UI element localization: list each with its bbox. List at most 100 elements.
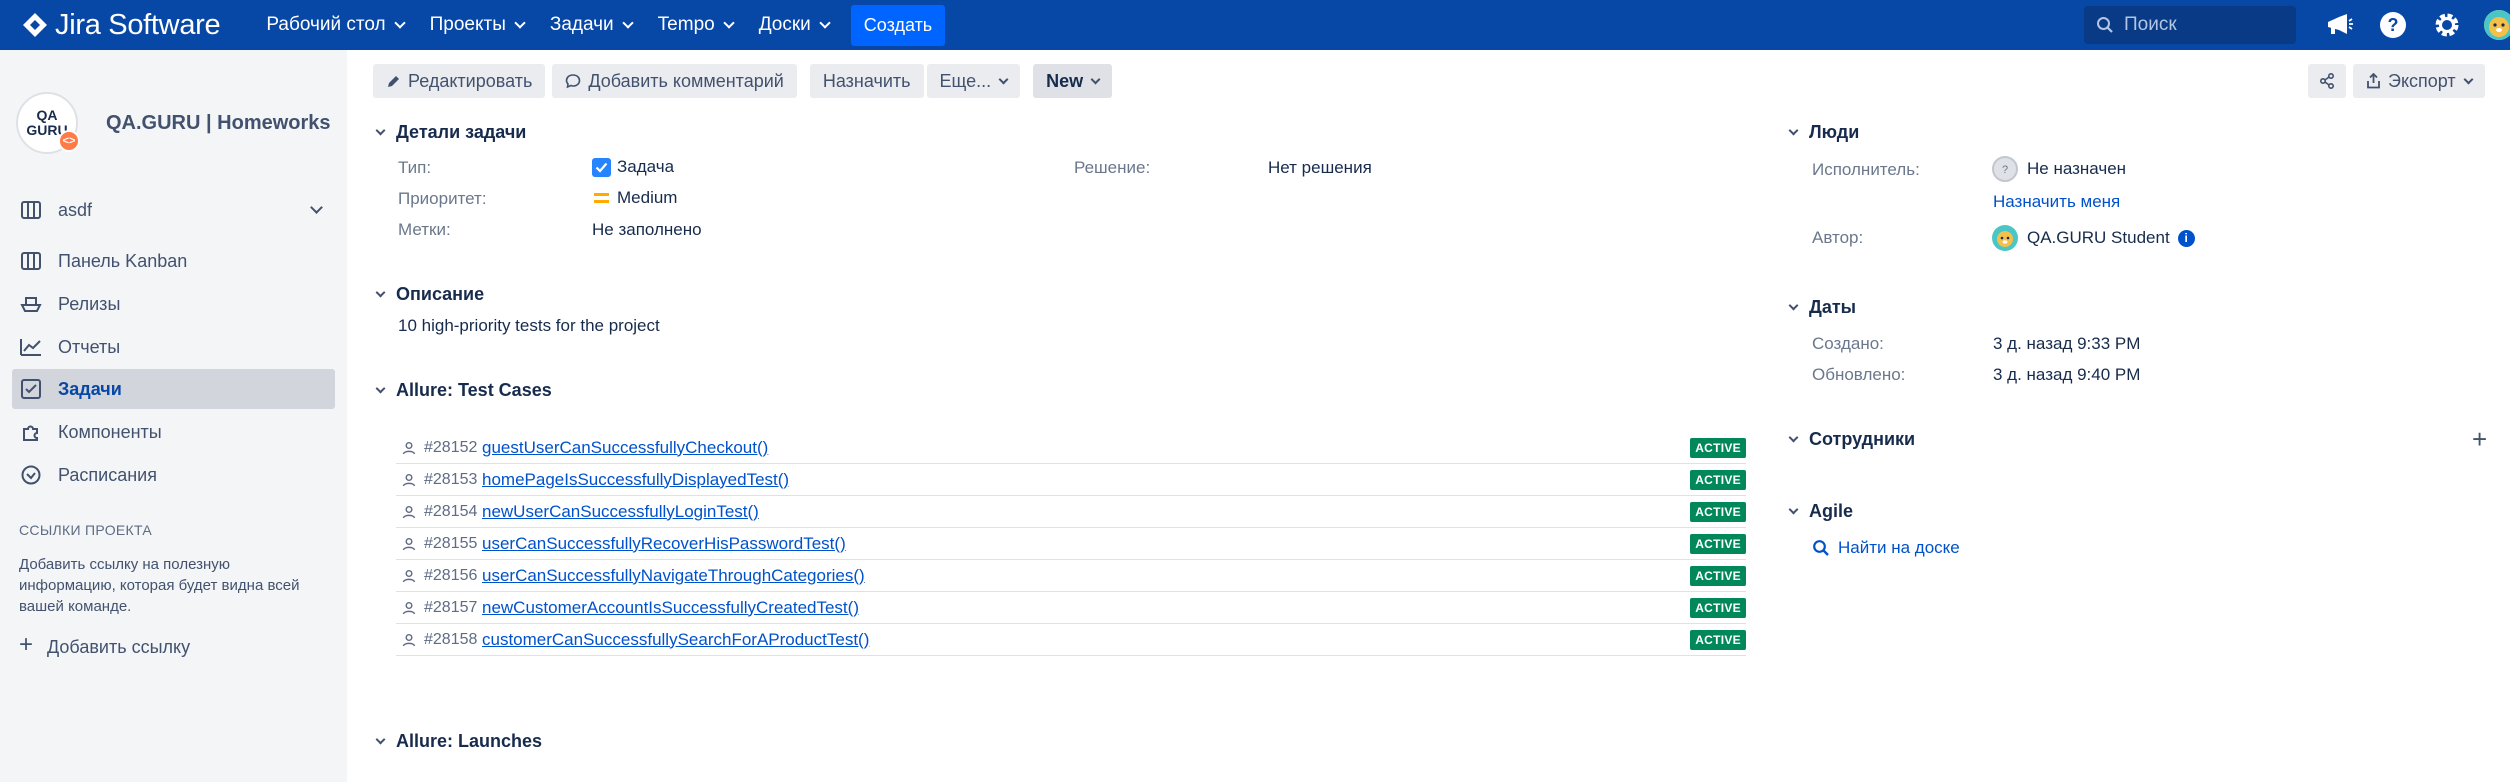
- search-icon: [2097, 17, 2113, 33]
- details-section-toggle[interactable]: Детали задачи: [373, 122, 526, 143]
- find-on-board-link[interactable]: Найти на доске: [1812, 538, 1960, 558]
- chevron-down-icon: [723, 16, 735, 29]
- task-checkbox-icon: [592, 157, 611, 177]
- sidebar-item-releases[interactable]: Релизы: [12, 284, 335, 324]
- comment-label: Добавить комментарий: [588, 70, 784, 91]
- issues-icon: [20, 378, 42, 400]
- assign-to-me-link[interactable]: Назначить меня: [1993, 192, 2120, 212]
- nav-dashboards[interactable]: Рабочий стол: [266, 14, 406, 36]
- user-icon: [402, 505, 416, 518]
- jira-logo[interactable]: Jira Software: [22, 9, 221, 42]
- test-case-id: #28156: [424, 566, 478, 584]
- nav-label: Рабочий стол: [266, 14, 386, 35]
- search-icon: [1813, 540, 1829, 556]
- test-case-id: #28157: [424, 598, 478, 616]
- status-button[interactable]: New: [1033, 64, 1113, 98]
- svg-text:?: ?: [2388, 15, 2399, 35]
- project-header[interactable]: QA GURU <> QA.GURU | Homeworks: [16, 92, 331, 154]
- add-link-button[interactable]: + Добавить ссылку: [19, 631, 190, 659]
- section-title: Allure: Test Cases: [396, 380, 552, 400]
- agile-section-toggle[interactable]: Agile: [1786, 501, 1853, 522]
- section-title: Детали задачи: [396, 122, 527, 142]
- notifications-megaphone-icon[interactable]: [2322, 8, 2356, 42]
- board-icon: [20, 250, 42, 272]
- test-case-link[interactable]: customerCanSuccessfullySearchForAProduct…: [482, 630, 869, 650]
- test-cases-table: #28152 guestUserCanSuccessfullyCheckout(…: [396, 432, 1746, 656]
- board-icon: [20, 199, 42, 221]
- priority-value: Medium: [594, 188, 677, 208]
- share-button[interactable]: [2308, 64, 2346, 98]
- dates-section-toggle[interactable]: Даты: [1786, 297, 1856, 318]
- project-links-help: Добавить ссылку на полезную информацию, …: [19, 556, 300, 615]
- add-employee-plus-icon[interactable]: +: [2472, 424, 2487, 455]
- status-badge: ACTIVE: [1690, 565, 1746, 586]
- topbar-right: Поиск ?: [2084, 6, 2510, 44]
- sidebar-item-issues[interactable]: Задачи: [12, 369, 335, 409]
- allure-launches-toggle[interactable]: Allure: Launches: [373, 731, 542, 752]
- description-section-toggle[interactable]: Описание: [373, 284, 484, 305]
- board-selector[interactable]: asdf: [12, 190, 335, 230]
- user-icon: [402, 569, 416, 582]
- chevron-down-icon: [2463, 74, 2474, 84]
- type-label: Тип:: [398, 158, 432, 177]
- nav-boards[interactable]: Доски: [759, 14, 831, 36]
- chevron-down-icon: [1788, 432, 1799, 442]
- test-case-link[interactable]: userCanSuccessfullyRecoverHisPasswordTes…: [482, 534, 846, 554]
- table-row: #28157 newCustomerAccountIsSuccessfullyC…: [396, 592, 1746, 624]
- ship-icon: [20, 293, 42, 315]
- project-avatar: QA GURU <>: [16, 92, 80, 154]
- sidebar-item-schedules[interactable]: Расписания: [12, 455, 335, 495]
- chart-icon: [20, 336, 42, 358]
- test-case-link[interactable]: newCustomerAccountIsSuccessfullyCreatedT…: [482, 598, 859, 618]
- export-icon: [2367, 73, 2380, 89]
- test-case-link[interactable]: homePageIsSuccessfullyDisplayedTest(): [482, 470, 789, 490]
- table-row: #28156 userCanSuccessfullyNavigateThroug…: [396, 560, 1746, 592]
- edit-button[interactable]: Редактировать: [373, 64, 546, 98]
- project-sidebar: QA GURU <> QA.GURU | Homeworks asdf Пане…: [0, 50, 347, 782]
- more-button[interactable]: Еще...: [926, 64, 1021, 98]
- nav-projects[interactable]: Проекты: [430, 14, 526, 36]
- nav-issues[interactable]: Задачи: [550, 14, 634, 36]
- sidebar-item-label: Расписания: [58, 464, 157, 485]
- export-button[interactable]: Экспорт: [2353, 64, 2485, 98]
- settings-gear-icon[interactable]: [2430, 8, 2464, 42]
- chevron-down-icon: [375, 734, 386, 744]
- test-case-id: #28155: [424, 534, 478, 552]
- test-case-link[interactable]: guestUserCanSuccessfullyCheckout(): [482, 438, 768, 458]
- reporter-value[interactable]: QA.GURU Student i: [1992, 225, 2195, 251]
- section-title: Agile: [1809, 501, 1854, 521]
- puzzle-icon: [20, 421, 42, 443]
- description-text[interactable]: 10 high-priority tests for the project: [398, 316, 660, 336]
- employees-section-toggle[interactable]: Сотрудники: [1786, 429, 1915, 450]
- test-case-link[interactable]: newUserCanSuccessfullyLoginTest(): [482, 502, 759, 522]
- sidebar-item-reports[interactable]: Отчеты: [12, 327, 335, 367]
- chevron-down-icon: [514, 16, 526, 29]
- status-badge: ACTIVE: [1690, 501, 1746, 522]
- allure-test-cases-toggle[interactable]: Allure: Test Cases: [373, 380, 552, 401]
- assign-button[interactable]: Назначить: [809, 64, 924, 98]
- sidebar-item-components[interactable]: Компоненты: [12, 412, 335, 452]
- section-title: Люди: [1809, 122, 1860, 142]
- unassigned-avatar-icon: ?: [1992, 156, 2018, 182]
- status-badge: ACTIVE: [1690, 469, 1746, 490]
- toolbar-right: Экспорт: [2308, 64, 2492, 98]
- info-icon[interactable]: i: [2177, 229, 2195, 247]
- test-case-id: #28154: [424, 502, 478, 520]
- clock-icon: [20, 464, 42, 486]
- help-icon[interactable]: ?: [2376, 8, 2410, 42]
- user-avatar[interactable]: [2484, 10, 2510, 40]
- people-section-toggle[interactable]: Люди: [1786, 122, 1859, 143]
- user-icon: [402, 633, 416, 646]
- assignee-text: Не назначен: [2027, 159, 2127, 178]
- updated-label: Обновлено:: [1812, 365, 1906, 384]
- create-button[interactable]: Создать: [850, 4, 946, 46]
- find-on-board-label: Найти на доске: [1838, 538, 1960, 557]
- test-case-link[interactable]: userCanSuccessfullyNavigateThroughCatego…: [482, 566, 865, 586]
- nav-tempo[interactable]: Tempo: [658, 14, 735, 36]
- comment-button[interactable]: Добавить комментарий: [552, 64, 797, 98]
- sidebar-item-label: Релизы: [58, 293, 121, 314]
- table-row: #28152 guestUserCanSuccessfullyCheckout(…: [396, 432, 1746, 464]
- search-input[interactable]: Поиск: [2084, 6, 2296, 44]
- sidebar-item-kanban[interactable]: Панель Kanban: [12, 241, 335, 281]
- dog-avatar-icon: [2484, 10, 2510, 40]
